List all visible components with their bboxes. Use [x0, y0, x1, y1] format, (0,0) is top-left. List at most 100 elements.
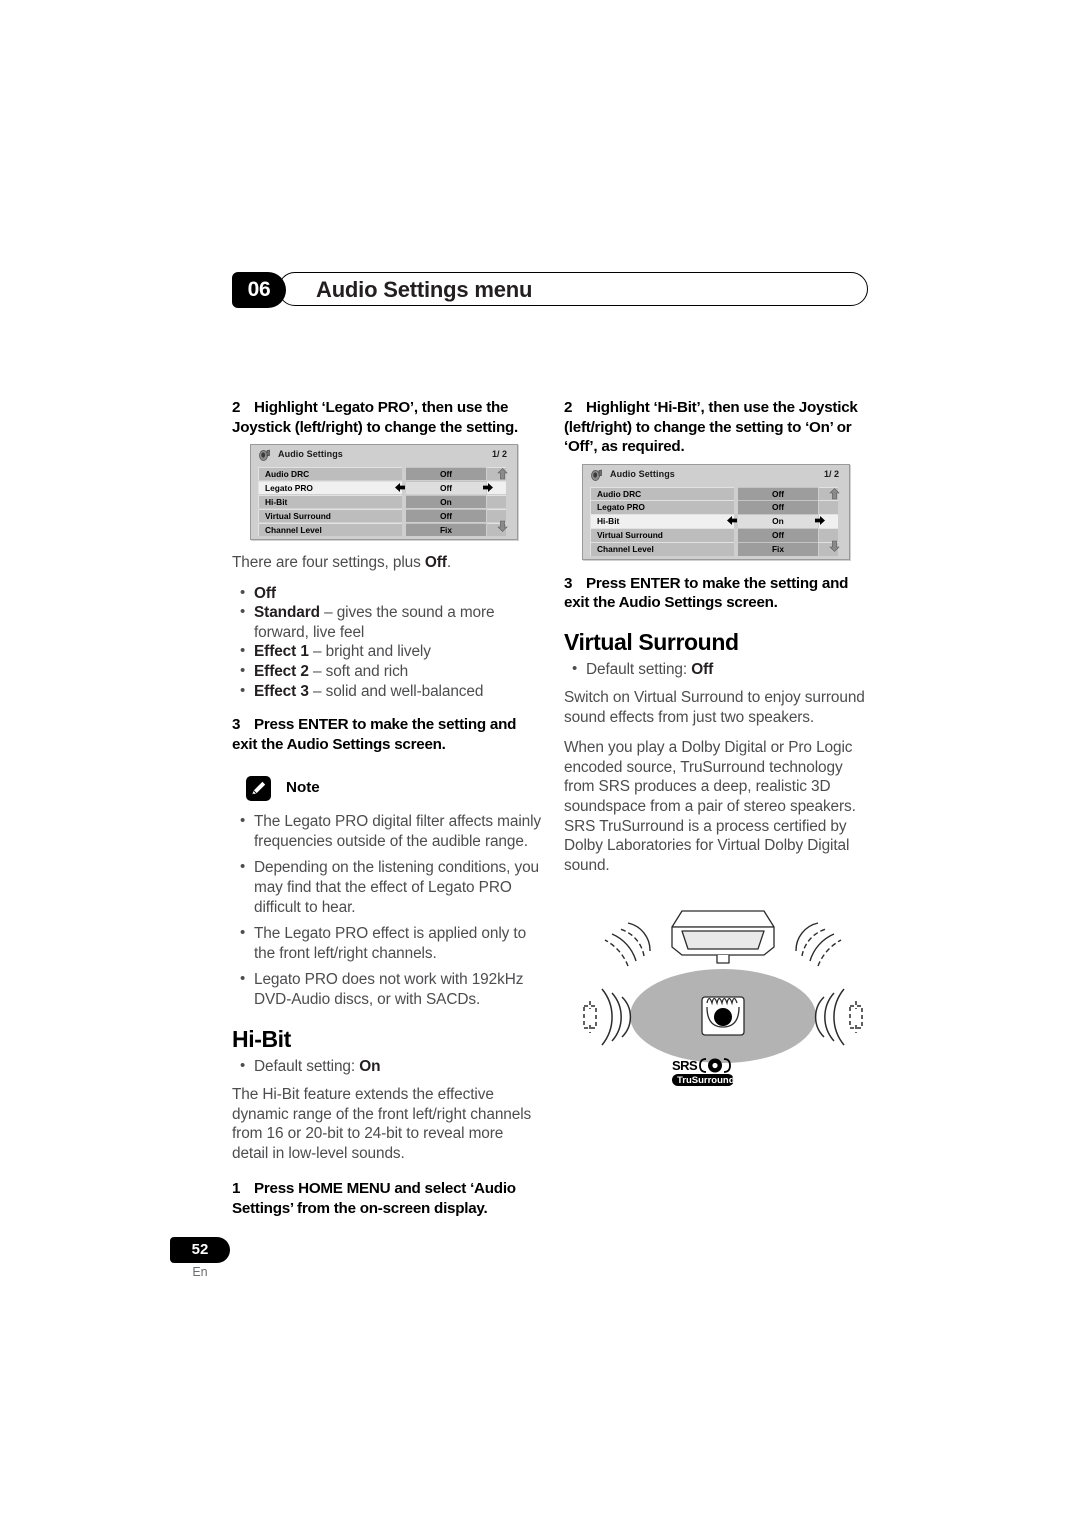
note-header: Note [232, 776, 542, 806]
step-text: Press ENTER to make the setting and exit… [232, 716, 517, 753]
hi-bit-step-1: 1 Press HOME MENU and select ‘Audio Setti… [232, 1179, 542, 1218]
legato-settings-list: Off Standard – gives the sound a more fo… [232, 583, 542, 702]
left-column: 2 Highlight ‘Legato PRO’, then use the Jo… [232, 398, 542, 1222]
right-column: 2 Highlight ‘Hi-Bit’, then use the Joysti… [564, 398, 874, 1094]
list-item: Effect 3 – solid and well-balanced [232, 681, 542, 702]
setting-name: Effect 2 [254, 662, 309, 680]
step-text: Press ENTER to make the setting and exit… [564, 574, 849, 612]
osd-row-label: Channel Level [258, 522, 402, 537]
osd-row[interactable]: Channel Level Fix [590, 542, 842, 556]
list-item: Default setting: On [232, 1056, 542, 1077]
osd-row-value: Off [406, 508, 486, 523]
scroll-down-icon[interactable] [496, 520, 509, 532]
sound-wave-top-right-icon [795, 922, 842, 967]
osd-scrollbar[interactable] [827, 487, 842, 553]
svg-text:SRS: SRS [672, 1058, 698, 1073]
svg-text:TruSurround: TruSurround [677, 1075, 735, 1086]
osd-titlebar: Audio Settings 1/ 2 [583, 465, 849, 485]
note-list: The Legato PRO digital filter affects ma… [232, 811, 542, 1009]
setting-name: Effect 3 [254, 682, 309, 700]
osd-row[interactable]: Legato PRO Off [590, 500, 842, 514]
osd-row[interactable]: Audio DRC Off [590, 486, 842, 500]
osd-row[interactable]: Channel Level Fix [258, 522, 510, 537]
setting-name: Standard [254, 604, 320, 622]
osd-scrollbar[interactable] [495, 467, 510, 533]
settings-intro-tail: . [446, 554, 452, 571]
default-prefix: Default setting: [254, 1057, 360, 1075]
left-speaker-icon [583, 1001, 597, 1034]
chapter-number-badge: 06 [232, 272, 286, 308]
osd-row[interactable]: Hi-Bit On [258, 494, 510, 509]
osd-row[interactable]: Virtual Surround Off [258, 508, 510, 523]
osd-title: Audio Settings [610, 468, 675, 479]
speaker-note-icon [591, 469, 602, 481]
right-step-2: 2 Highlight ‘Hi-Bit’, then use the Joysti… [564, 398, 874, 457]
left-step-3: 3 Press ENTER to make the setting and exi… [232, 715, 542, 754]
page-footer: 52 En [170, 1237, 290, 1279]
arrow-left-icon[interactable] [394, 482, 406, 493]
list-item: The Legato PRO digital filter affects ma… [232, 811, 542, 851]
step-number: 2 [564, 399, 573, 416]
list-item: Effect 1 – bright and lively [232, 641, 542, 662]
virtual-surround-default-list: Default setting: Off [564, 659, 874, 680]
osd-row-label: Audio DRC [258, 467, 402, 481]
osd-row-value: Fix [406, 522, 486, 537]
arrow-right-icon[interactable] [814, 515, 826, 526]
list-item: Off [232, 583, 542, 604]
osd-row-label: Legato PRO [258, 480, 402, 495]
settings-intro-text: There are four settings, plus [232, 554, 425, 571]
step-text: Press HOME MENU and select ‘Audio Settin… [232, 1180, 516, 1217]
list-item: Standard – gives the sound a more forwar… [232, 602, 542, 642]
osd-row-label: Hi-Bit [590, 514, 734, 528]
virtual-surround-paragraph-2: When you play a Dolby Digital or Pro Log… [564, 739, 856, 874]
osd-row-label: Channel Level [590, 542, 734, 556]
list-item: Effect 2 – soft and rich [232, 661, 542, 682]
step-text: Highlight ‘Hi-Bit’, then use the Joystic… [564, 399, 858, 455]
virtual-surround-heading: Virtual Surround [564, 628, 739, 655]
hi-bit-default-list: Default setting: On [232, 1056, 542, 1077]
hi-bit-body: The Hi-Bit feature extends the effective… [232, 1086, 532, 1162]
osd-row[interactable]: Virtual Surround Off [590, 528, 842, 542]
television-icon [671, 910, 775, 965]
settings-intro-bold: Off [424, 554, 447, 571]
osd-row-value: Off [406, 467, 486, 481]
osd-titlebar: Audio Settings 1/ 2 [251, 445, 517, 465]
osd-row-value: Fix [738, 542, 818, 556]
osd-screenshot-legato-pro: Audio Settings 1/ 2 Audio DRC Off Legato… [250, 444, 518, 540]
left-step-2: 2 Highlight ‘Legato PRO’, then use the Jo… [232, 398, 542, 437]
osd-row-value: Off [738, 500, 818, 514]
virtual-surround-diagram: SRS TruSurround [578, 889, 868, 1094]
step-number: 3 [564, 574, 573, 592]
default-value: On [359, 1057, 381, 1075]
arrow-right-icon[interactable] [482, 482, 494, 493]
list-item: Default setting: Off [564, 659, 874, 680]
osd-row-label: Virtual Surround [258, 508, 402, 523]
osd-row-label: Legato PRO [590, 500, 734, 514]
right-step-3: 3 Press ENTER to make the setting and exi… [564, 574, 874, 613]
scroll-up-icon[interactable] [496, 468, 509, 480]
osd-row-value: On [406, 494, 486, 509]
speaker-note-icon [259, 449, 270, 461]
listener-icon [701, 996, 745, 1037]
list-item: The Legato PRO effect is applied only to… [232, 923, 542, 963]
setting-desc: – bright and lively [308, 643, 431, 661]
osd-row[interactable]: Audio DRC Off [258, 467, 510, 481]
page-language: En [192, 1265, 208, 1279]
note-label: Note [286, 779, 320, 797]
osd-row-value: Off [738, 486, 818, 500]
settings-intro: There are four settings, plus Off. [232, 553, 542, 573]
arrow-left-icon[interactable] [726, 515, 738, 526]
osd-row-selected[interactable]: Legato PRO Off [258, 480, 510, 495]
page-header: 06 Audio Settings menu [232, 272, 868, 308]
page-number: 52 [170, 1237, 230, 1263]
pencil-icon [246, 776, 271, 802]
srs-trusurround-logo: SRS TruSurround [672, 1058, 735, 1087]
default-value: Off [691, 660, 714, 678]
osd-page-indicator: 1/ 2 [491, 449, 507, 459]
scroll-up-icon[interactable] [828, 487, 841, 500]
osd-row-selected[interactable]: Hi-Bit On [590, 514, 842, 528]
sound-wave-left-icon [601, 988, 632, 1046]
step-number: 1 [232, 1180, 241, 1198]
osd-row-list: Audio DRC Off Legato PRO Off Hi-Bit On V… [590, 486, 842, 556]
scroll-down-icon[interactable] [828, 540, 841, 552]
